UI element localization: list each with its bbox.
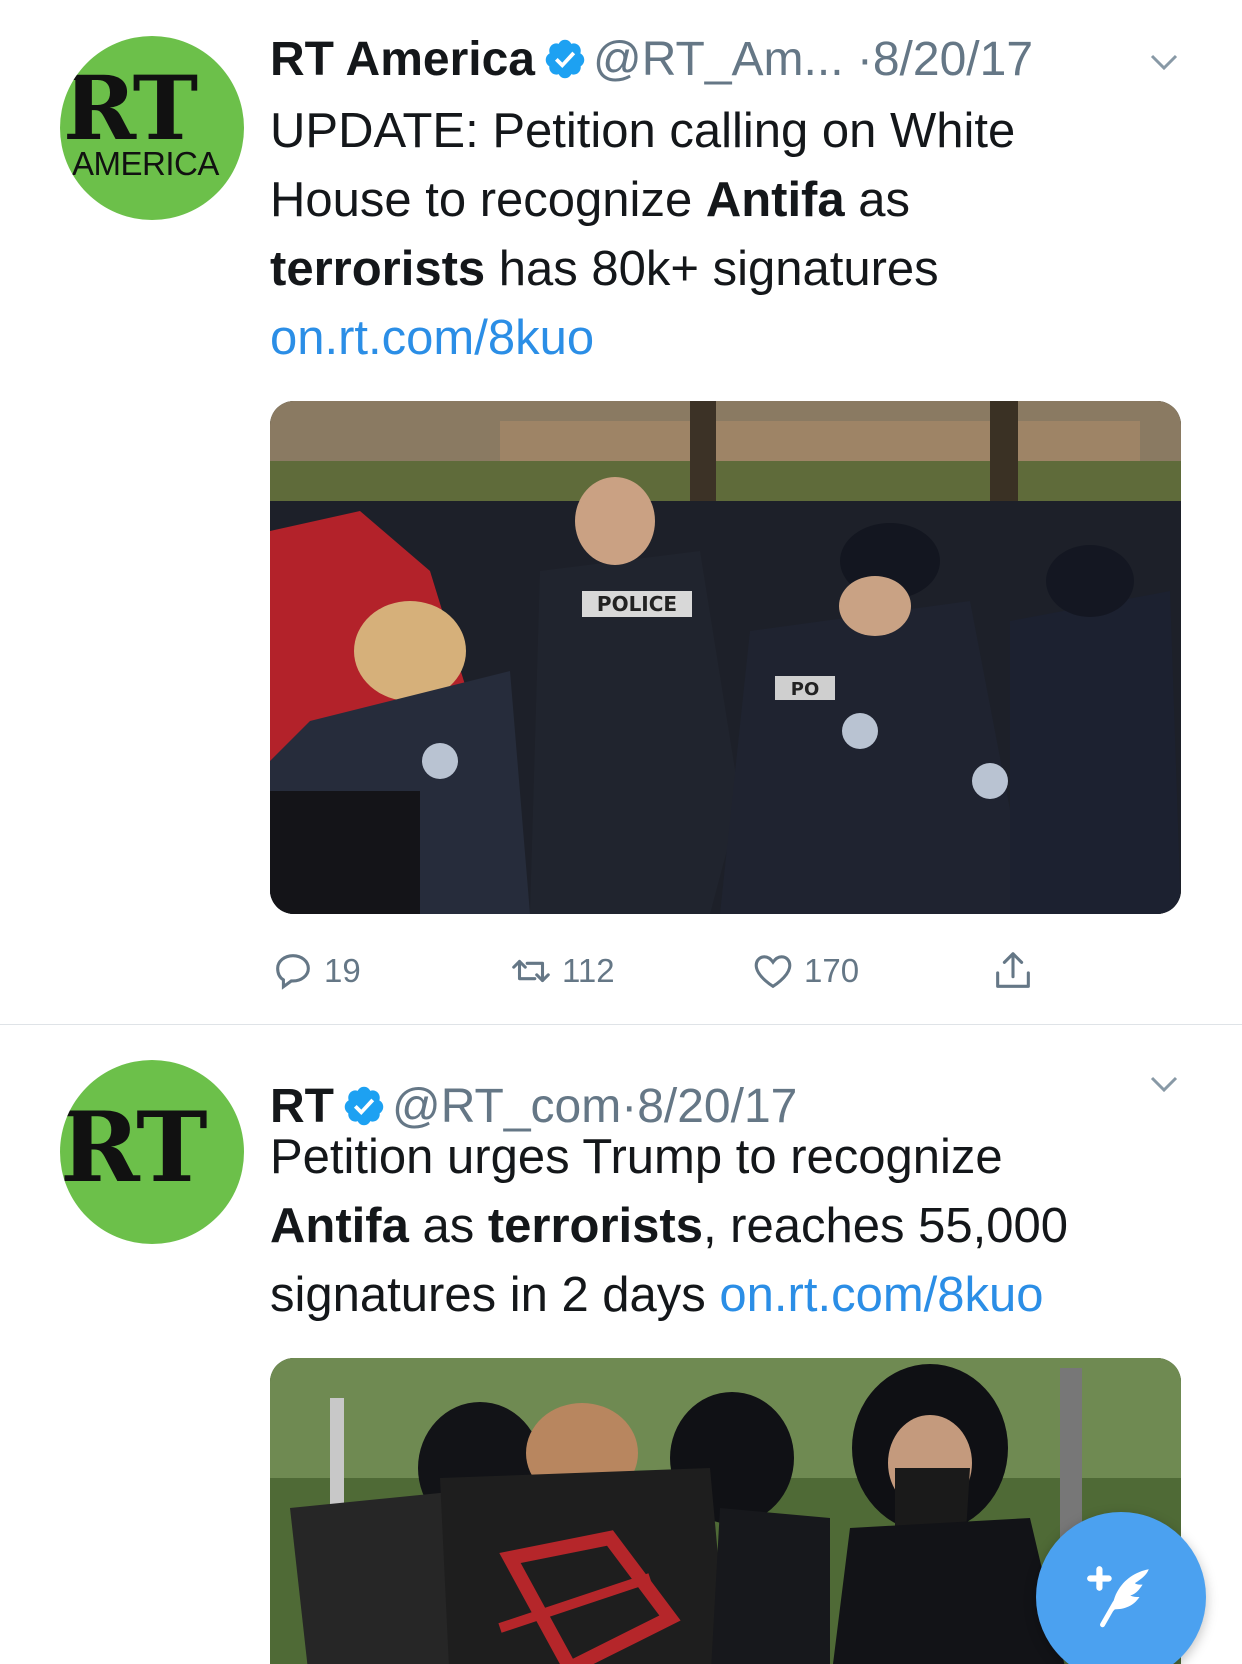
highlight-text: terrorists — [270, 242, 486, 296]
text-span: signatures in 2 days — [270, 1268, 720, 1322]
retweet-button[interactable]: 112 — [508, 941, 615, 1001]
reply-icon — [276, 954, 310, 990]
like-count: 170 — [804, 952, 860, 989]
author-handle[interactable]: @RT_Am... — [593, 33, 844, 86]
tweet-text-line: UPDATE: Petition calling on White — [270, 104, 1016, 158]
share-button[interactable] — [990, 941, 1044, 1001]
avatar-logo-subtext: AMERICA — [72, 145, 219, 182]
avatar[interactable]: RT — [60, 1060, 244, 1244]
text-span: has 80k+ signatures — [485, 242, 939, 296]
like-button[interactable]: 170 — [750, 941, 859, 1001]
chevron-down-icon[interactable] — [1146, 44, 1182, 80]
text-span: , reaches 55,000 — [702, 1199, 1068, 1253]
tweet-link[interactable]: on.rt.com/8kuo — [270, 304, 1170, 373]
avatar-logo-text: RT — [60, 1091, 208, 1204]
chevron-down-icon[interactable] — [1146, 1066, 1182, 1102]
highlight-text: Antifa — [270, 1199, 409, 1253]
tweet-text: UPDATE: Petition calling on White House … — [270, 97, 1170, 373]
tweet-header: RT America @RT_Am... ·8/20/17 — [270, 30, 1033, 90]
avatar-logo-text: RT — [63, 56, 198, 160]
text-span: House to recognize — [270, 173, 706, 227]
text-span: as — [844, 173, 911, 227]
tweet-text-line: Antifa as terrorists, reaches 55,000 — [270, 1192, 1190, 1261]
text-span: as — [408, 1199, 488, 1253]
tweet-actions: 19 112 170 — [270, 941, 1050, 1001]
photo-police-crowd: POLICE PO — [270, 401, 1181, 914]
reply-count: 19 — [324, 952, 361, 989]
tweet-rt-america[interactable]: RT AMERICA RT America @RT_Am... ·8/20/17 … — [0, 0, 1242, 1025]
highlight-text: Antifa — [705, 173, 845, 227]
retweet-icon — [512, 959, 550, 983]
tweet-link[interactable]: on.rt.com/8kuo — [719, 1268, 1043, 1322]
tweet-text-line: signatures in 2 days on.rt.com/8kuo — [270, 1261, 1190, 1330]
tweet-text-line: terrorists has 80k+ signatures — [270, 235, 1170, 304]
separator-dot: · — [856, 33, 873, 86]
heart-icon — [754, 955, 792, 989]
author-name[interactable]: RT America — [270, 33, 535, 86]
tweet-date[interactable]: 8/20/17 — [873, 33, 1033, 86]
retweet-count: 112 — [562, 952, 615, 989]
compose-feather-icon — [1087, 1566, 1149, 1628]
verified-icon — [344, 1086, 384, 1126]
vest-label-2: PO — [791, 679, 820, 700]
avatar[interactable]: RT AMERICA — [60, 36, 244, 220]
share-icon — [996, 952, 1030, 988]
verified-icon — [545, 39, 585, 79]
tweet-text-line: Petition urges Trump to recognize — [270, 1130, 1003, 1184]
tweet-text: Petition urges Trump to recognize Antifa… — [270, 1123, 1190, 1330]
tweet-text-line: House to recognize Antifa as — [270, 166, 1170, 235]
tweet-photo[interactable]: POLICE PO — [270, 401, 1181, 914]
reply-button[interactable]: 19 — [270, 941, 361, 1001]
highlight-text: terrorists — [487, 1199, 703, 1253]
vest-label: POLICE — [597, 592, 677, 616]
